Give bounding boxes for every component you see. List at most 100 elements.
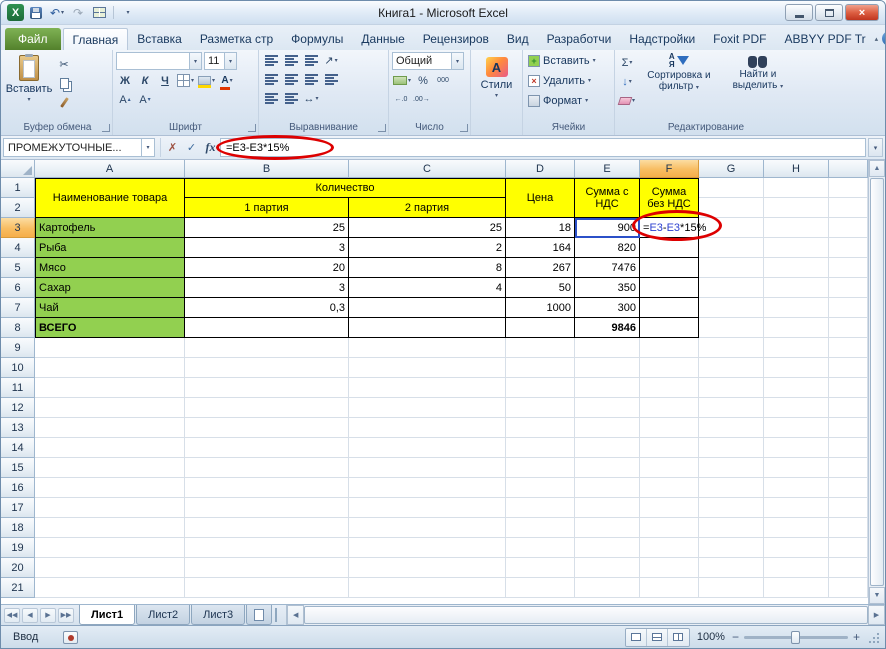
cell-C13[interactable] [349,418,506,438]
cell-E18[interactable] [575,518,640,538]
cell-H15[interactable] [764,458,829,478]
row-header-10[interactable]: 10 [1,358,35,378]
cell-D5[interactable]: 267 [506,258,575,278]
cell-E4[interactable]: 820 [575,238,640,258]
close-button[interactable]: × [845,4,879,21]
cell-F5[interactable] [640,258,699,278]
cell-E10[interactable] [575,358,640,378]
cut-button[interactable]: ✂ [55,56,73,73]
merge-center-button[interactable]: ↔▾ [302,90,320,107]
orientation-button[interactable]: ↗▾ [322,52,340,69]
cell-F21[interactable] [640,578,699,598]
row-header-21[interactable]: 21 [1,578,35,598]
cell-A11[interactable] [35,378,185,398]
row-header-18[interactable]: 18 [1,518,35,538]
cell-G7[interactable] [699,298,764,318]
row-header-17[interactable]: 17 [1,498,35,518]
horizontal-scroll-thumb[interactable] [304,606,868,624]
bold-button[interactable]: Ж [116,72,134,89]
zoom-in-icon[interactable]: + [853,630,860,644]
cell-D18[interactable] [506,518,575,538]
cell-B18[interactable] [185,518,349,538]
tab-Разработчи[interactable]: Разработчи [538,28,621,50]
cell-C7[interactable] [349,298,506,318]
cell-E7[interactable]: 300 [575,298,640,318]
clear-button[interactable]: ▾ [618,92,636,109]
cell-H14[interactable] [764,438,829,458]
cell-F8[interactable] [640,318,699,338]
align-middle-button[interactable] [282,52,300,69]
tab-Главная[interactable]: Главная [63,28,129,50]
cell-D16[interactable] [506,478,575,498]
cell-E13[interactable] [575,418,640,438]
cell-G14[interactable] [699,438,764,458]
percent-button[interactable]: % [414,72,432,89]
cell-F10[interactable] [640,358,699,378]
cell-F18[interactable] [640,518,699,538]
tab-ABBYY PDF Tr[interactable]: ABBYY PDF Tr [776,28,875,50]
cell-C5[interactable]: 8 [349,258,506,278]
cell-B12[interactable] [185,398,349,418]
copy-button[interactable] [55,75,73,92]
cell-B4[interactable]: 3 [185,238,349,258]
name-box[interactable]: ПРОМЕЖУТОЧНЫЕ... ▾ [3,138,155,157]
cell-B7[interactable]: 0,3 [185,298,349,318]
cell-A5[interactable]: Мясо [35,258,185,278]
align-left-button[interactable] [262,71,280,88]
fill-color-button[interactable]: ▾ [197,72,216,89]
row-header-2[interactable]: 2 [1,198,35,218]
cell-G8[interactable] [699,318,764,338]
formula-input[interactable]: =E3-E3*15% [220,138,866,157]
cell-G5[interactable] [699,258,764,278]
cell-C15[interactable] [349,458,506,478]
cell-G12[interactable] [699,398,764,418]
cell-H11[interactable] [764,378,829,398]
cell-G21[interactable] [699,578,764,598]
enter-button[interactable]: ✓ [182,138,201,157]
cell-F13[interactable] [640,418,699,438]
cell-G18[interactable] [699,518,764,538]
shrink-font-button[interactable]: А [136,91,154,108]
cell-D8[interactable] [506,318,575,338]
sheet-tab-Лист3[interactable]: Лист3 [191,605,245,625]
tab-Вид[interactable]: Вид [498,28,538,50]
cell-D15[interactable] [506,458,575,478]
fill-button[interactable]: ↓▾ [618,73,636,90]
column-header-G[interactable]: G [699,160,764,178]
italic-button[interactable]: К [136,72,154,89]
minimize-button[interactable] [785,4,813,21]
cell-C2[interactable]: 2 партия [349,198,506,218]
column-header-F[interactable]: F [640,160,699,178]
cell-C19[interactable] [349,538,506,558]
cell-E21[interactable] [575,578,640,598]
maximize-button[interactable] [815,4,843,21]
row-header-5[interactable]: 5 [1,258,35,278]
cell-E20[interactable] [575,558,640,578]
cell-B14[interactable] [185,438,349,458]
cell-E8[interactable]: 9846 [575,318,640,338]
cell-H9[interactable] [764,338,829,358]
cell-E5[interactable]: 7476 [575,258,640,278]
cell-D6[interactable]: 50 [506,278,575,298]
row-header-6[interactable]: 6 [1,278,35,298]
cell-H7[interactable] [764,298,829,318]
cell-A1[interactable]: Наименование товара [35,178,185,218]
cell-H1[interactable] [764,178,829,198]
cell-F14[interactable] [640,438,699,458]
currency-button[interactable]: ▾ [392,72,412,89]
zoom-out-icon[interactable]: − [732,630,739,644]
cell-H2[interactable] [764,198,829,218]
cell-F4[interactable] [640,238,699,258]
cell-D10[interactable] [506,358,575,378]
wrap-text-button[interactable] [322,71,340,88]
cell-B10[interactable] [185,358,349,378]
tab-Foxit PDF[interactable]: Foxit PDF [704,28,775,50]
zoom-level[interactable]: 100% [697,631,725,643]
column-header-E[interactable]: E [575,160,640,178]
cell-F11[interactable] [640,378,699,398]
cell-C4[interactable]: 2 [349,238,506,258]
cell-E9[interactable] [575,338,640,358]
format-cells-button[interactable]: Формат▾ [526,92,611,110]
cell-C18[interactable] [349,518,506,538]
cell-G1[interactable] [699,178,764,198]
